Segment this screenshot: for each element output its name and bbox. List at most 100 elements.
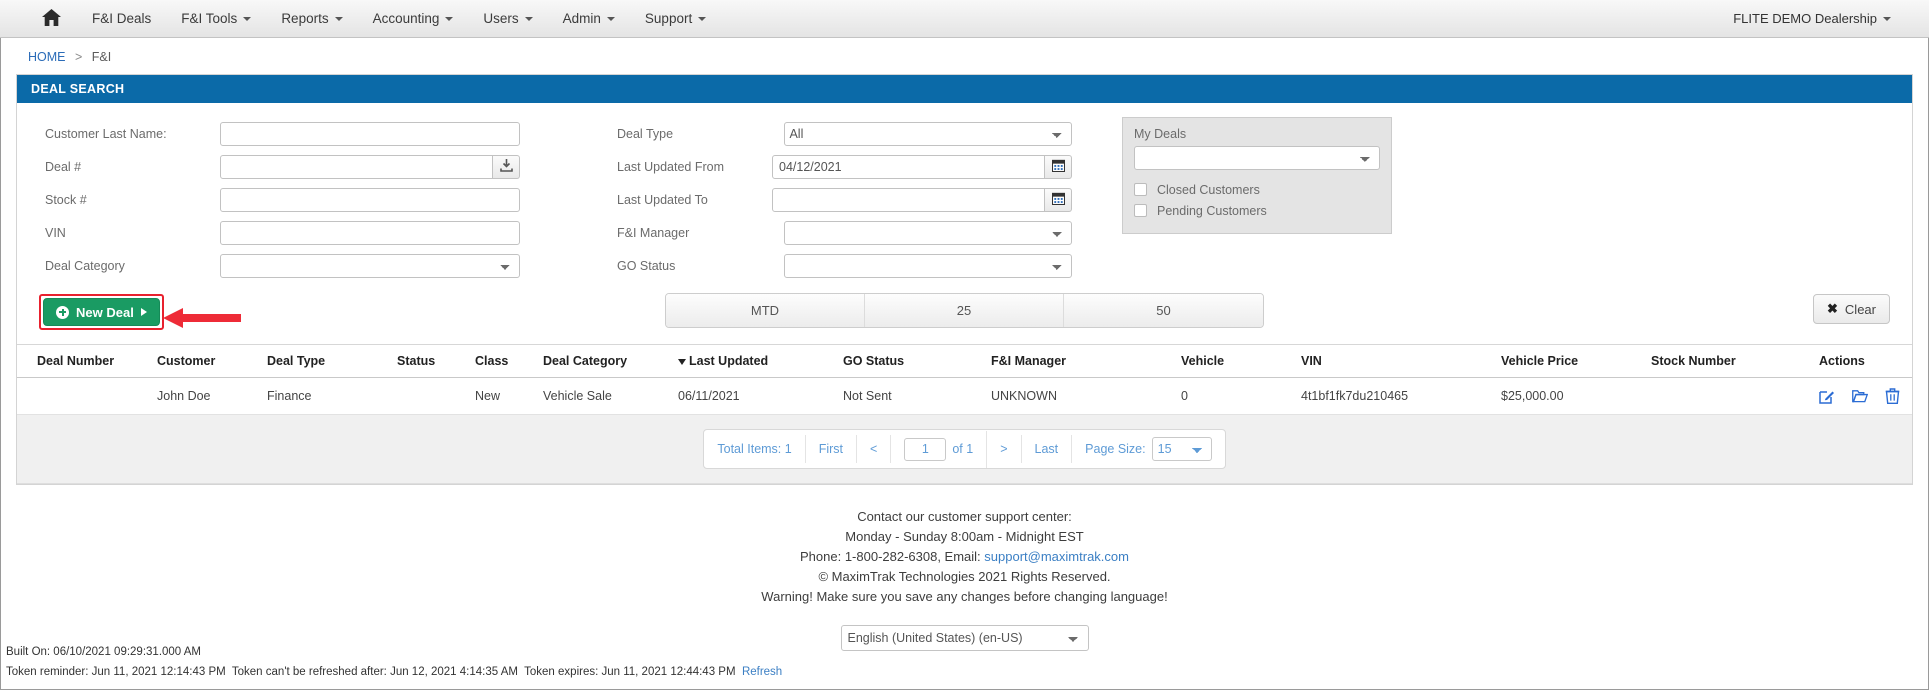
cell-go-status: Not Sent <box>843 377 991 415</box>
fi-manager-select[interactable] <box>784 220 1072 245</box>
deal-number-import-button[interactable] <box>493 154 520 179</box>
last-updated-to-input[interactable] <box>772 187 1045 212</box>
chevron-down-icon <box>445 16 454 21</box>
delete-icon[interactable] <box>1885 388 1900 404</box>
pager-prev-button[interactable]: < <box>857 435 892 463</box>
date-range-button-group: MTD 25 50 <box>665 293 1264 328</box>
col-go-status[interactable]: GO Status <box>843 344 991 378</box>
cell-vehicle: 0 <box>1181 377 1301 415</box>
nav-item-reports[interactable]: Reports <box>266 0 357 38</box>
stock-number-input[interactable] <box>220 187 520 212</box>
deal-type-select[interactable]: All <box>784 121 1072 146</box>
field-deal-number: Deal # <box>45 150 527 183</box>
token-info-line: Token reminder: Jun 11, 2021 12:14:43 PM… <box>6 662 782 682</box>
label-go-status: GO Status <box>617 258 676 273</box>
nav-item-support[interactable]: Support <box>630 0 721 38</box>
col-last-updated[interactable]: Last Updated <box>678 344 843 378</box>
token-expires-text: Token expires: Jun 11, 2021 12:44:43 PM <box>524 666 736 678</box>
token-refresh-link[interactable]: Refresh <box>742 666 782 678</box>
cell-deal-type: Finance <box>267 377 397 415</box>
cell-status <box>397 377 475 415</box>
col-fi-manager[interactable]: F&I Manager <box>991 344 1181 378</box>
last-updated-to-calendar-button[interactable] <box>1045 187 1072 212</box>
annotation-arrow <box>163 307 241 332</box>
chevron-down-icon <box>243 16 252 21</box>
pager-page-input[interactable] <box>904 437 947 461</box>
col-vehicle[interactable]: Vehicle <box>1181 344 1301 378</box>
col-vin[interactable]: VIN <box>1301 344 1501 378</box>
label-last-updated-to: Last Updated To <box>617 192 708 207</box>
edit-icon[interactable] <box>1819 388 1835 404</box>
last-updated-from-calendar-button[interactable] <box>1045 154 1072 179</box>
customer-last-name-input[interactable] <box>220 121 520 146</box>
nav-home-button[interactable] <box>18 8 77 29</box>
pager-next-button[interactable]: > <box>987 435 1022 463</box>
my-deals-panel: My Deals Closed Customers Pending Custom… <box>1122 117 1392 234</box>
range-button-mtd[interactable]: MTD <box>666 294 865 327</box>
nav-label: Admin <box>562 11 601 26</box>
search-column-middle: Deal Type All Last Updated From 04/12/20… <box>527 117 1072 282</box>
pending-customers-row: Pending Customers <box>1134 200 1380 221</box>
dealership-label: FLITE DEMO Dealership <box>1733 11 1877 26</box>
top-navbar: F&I Deals F&I Tools Reports Accounting U… <box>0 0 1929 38</box>
col-class[interactable]: Class <box>475 344 543 378</box>
clear-label: Clear <box>1844 301 1876 317</box>
pending-customers-checkbox[interactable] <box>1134 204 1147 217</box>
deal-results-table: Deal Number Customer Deal Type Status Cl… <box>17 344 1912 415</box>
pager-last-button[interactable]: Last <box>1022 435 1073 463</box>
field-deal-type: Deal Type All <box>617 117 1072 150</box>
col-vehicle-price[interactable]: Vehicle Price <box>1501 344 1651 378</box>
col-deal-category[interactable]: Deal Category <box>543 344 678 378</box>
col-customer[interactable]: Customer <box>157 344 267 378</box>
open-folder-icon[interactable] <box>1852 388 1869 404</box>
deal-category-select[interactable] <box>220 253 520 278</box>
nav-item-admin[interactable]: Admin <box>548 0 630 38</box>
label-last-updated-from: Last Updated From <box>617 159 724 174</box>
clear-button[interactable]: ✖ Clear <box>1813 294 1890 324</box>
field-customer-last-name: Customer Last Name: <box>45 117 527 150</box>
last-updated-from-input[interactable] <box>772 154 1045 179</box>
my-deals-select[interactable] <box>1134 146 1380 170</box>
dealership-menu[interactable]: FLITE DEMO Dealership <box>1733 11 1911 26</box>
nav-label: Reports <box>281 11 329 26</box>
col-status[interactable]: Status <box>397 344 475 378</box>
chevron-down-icon <box>524 16 533 21</box>
pagination-bar: Total Items: 1 First < of 1 > Last Page … <box>17 415 1912 484</box>
panel-body: Customer Last Name: Deal # Stock # VIN D… <box>17 103 1912 484</box>
token-reminder-text: Token reminder: Jun 11, 2021 12:14:43 PM <box>6 666 226 678</box>
chevron-down-icon <box>606 16 615 21</box>
nav-item-accounting[interactable]: Accounting <box>358 0 469 38</box>
nav-item-fi-deals[interactable]: F&I Deals <box>77 0 166 38</box>
table-row[interactable]: John Doe Finance New Vehicle Sale 06/11/… <box>17 377 1912 415</box>
label-fi-manager: F&I Manager <box>617 225 690 240</box>
new-deal-button[interactable]: New Deal <box>43 298 160 326</box>
range-button-25[interactable]: 25 <box>865 294 1064 327</box>
page-size-label: Page Size: <box>1085 442 1146 456</box>
go-status-select[interactable] <box>784 253 1072 278</box>
col-last-updated-label: Last Updated <box>689 354 769 368</box>
col-stock-number[interactable]: Stock Number <box>1651 344 1819 378</box>
col-deal-number[interactable]: Deal Number <box>17 344 157 378</box>
nav-label: F&I Tools <box>181 11 238 26</box>
deal-search-panel: DEAL SEARCH Customer Last Name: Deal # S… <box>16 74 1913 485</box>
nav-label: F&I Deals <box>92 11 152 26</box>
cell-deal-number <box>17 377 157 415</box>
pager-first-button[interactable]: First <box>806 435 858 463</box>
col-deal-type[interactable]: Deal Type <box>267 344 397 378</box>
vin-input[interactable] <box>220 220 520 245</box>
nav-item-fi-tools[interactable]: F&I Tools <box>166 0 266 38</box>
closed-customers-checkbox[interactable] <box>1134 183 1147 196</box>
row-action-icons <box>1819 388 1912 404</box>
cell-last-updated: 06/11/2021 <box>678 377 843 415</box>
search-form: Customer Last Name: Deal # Stock # VIN D… <box>17 117 1912 282</box>
label-deal-type: Deal Type <box>617 126 674 141</box>
label-stock-number: Stock # <box>45 192 87 207</box>
field-stock-number: Stock # <box>45 183 527 216</box>
page-size-select[interactable]: 15 <box>1151 437 1212 461</box>
token-refresh-text: Token can't be refreshed after: Jun 12, … <box>231 666 518 678</box>
build-info: Built On: 06/10/2021 09:29:31.000 AM Tok… <box>6 642 782 682</box>
range-button-50[interactable]: 50 <box>1064 294 1263 327</box>
home-icon <box>42 8 61 29</box>
deal-number-input[interactable] <box>220 154 493 179</box>
nav-item-users[interactable]: Users <box>468 0 547 38</box>
